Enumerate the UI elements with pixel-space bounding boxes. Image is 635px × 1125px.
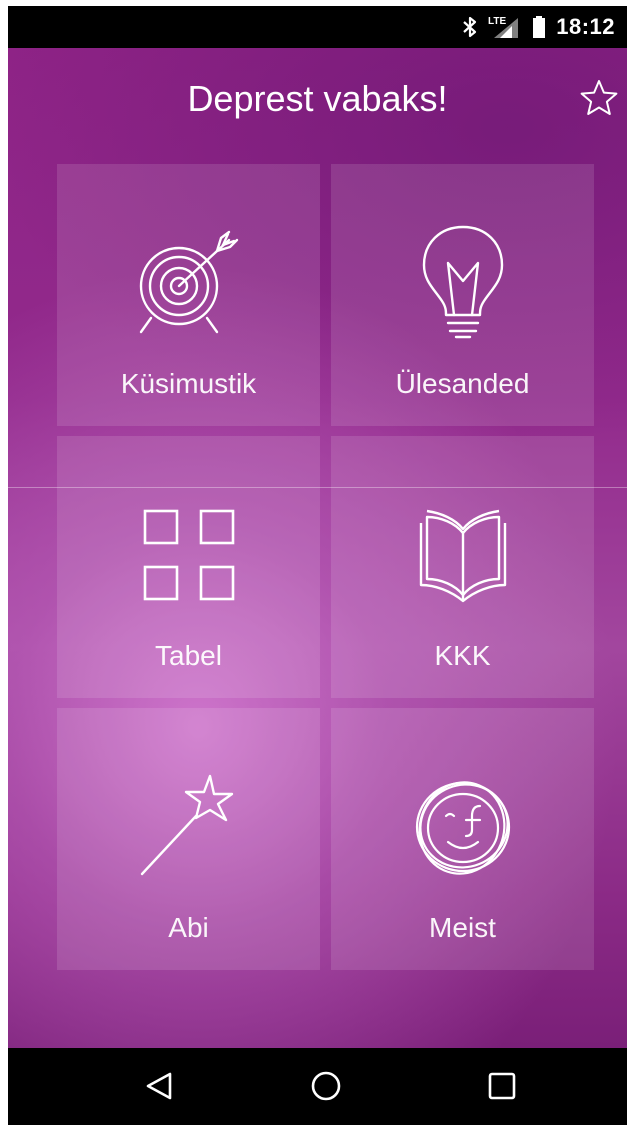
status-bar: LTE 18:12: [8, 6, 627, 48]
status-icons: LTE 18:12: [462, 6, 615, 48]
tile-label: KKK: [434, 640, 491, 671]
tile-label: Abi: [168, 912, 209, 943]
favorite-button[interactable]: [577, 78, 621, 122]
app-screen: Deprest vabaks! Küsimustik Ülesanded Tab…: [8, 48, 627, 1048]
home-button[interactable]: [306, 1068, 346, 1108]
tile-label: Tabel: [155, 640, 222, 671]
bluetooth-icon: [462, 15, 478, 39]
lte-signal-icon: LTE: [488, 14, 522, 40]
face-logo-icon: [331, 772, 594, 882]
star-outline-icon: [579, 78, 619, 123]
tile-abi[interactable]: Abi: [57, 708, 320, 970]
tile-kusimustik[interactable]: Küsimustik: [57, 164, 320, 426]
tile-ulesanded[interactable]: Ülesanded: [331, 164, 594, 426]
tile-label: Küsimustik: [120, 368, 257, 399]
tile-label: Meist: [429, 912, 496, 943]
lightbulb-icon: [331, 225, 594, 339]
battery-icon: [532, 15, 546, 39]
tile-tabel[interactable]: Tabel: [57, 436, 320, 698]
magic-wand-icon: [57, 772, 320, 882]
tile-label: Ülesanded: [395, 368, 530, 399]
back-icon: [144, 1070, 176, 1107]
status-time: 18:12: [556, 14, 615, 39]
target-arrow-icon: [57, 228, 320, 338]
menu-grid: Küsimustik Ülesanded Tabel KKK Abi Meist: [57, 164, 594, 970]
frame-border-left: [0, 0, 8, 1125]
recents-icon: [486, 1070, 518, 1107]
tile-kkk[interactable]: KKK: [331, 436, 594, 698]
frame-border-right: [627, 0, 635, 1125]
page-title: Deprest vabaks!: [187, 78, 448, 119]
back-button[interactable]: [140, 1068, 180, 1108]
home-icon: [310, 1070, 342, 1107]
open-book-icon: [331, 500, 594, 610]
overlay-divider-line: [8, 487, 627, 488]
navigation-bar: [8, 1048, 627, 1125]
recents-button[interactable]: [482, 1068, 522, 1108]
tile-meist[interactable]: Meist: [331, 708, 594, 970]
svg-text:LTE: LTE: [488, 16, 506, 27]
grid-squares-icon: [57, 500, 320, 610]
